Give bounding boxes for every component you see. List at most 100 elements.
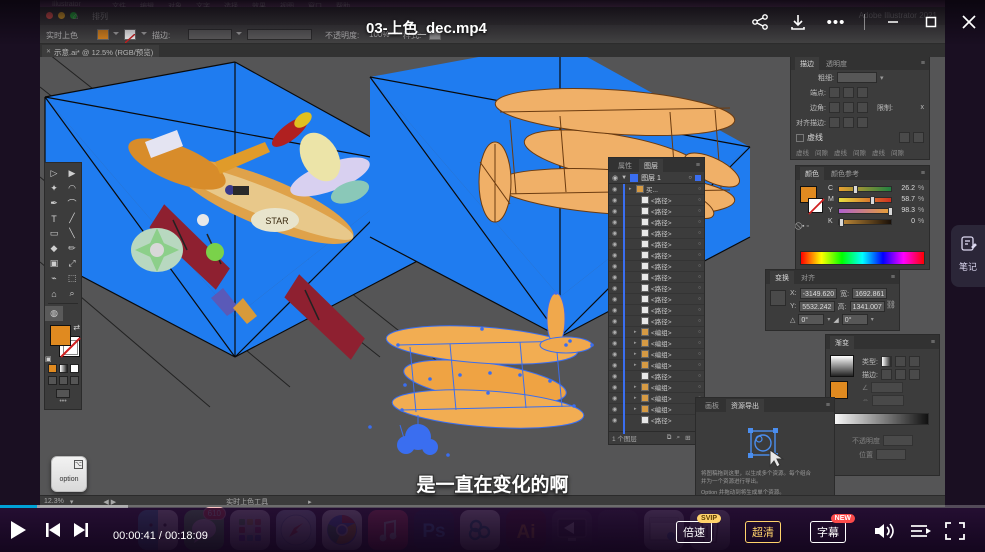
cap-butt-button[interactable]	[829, 87, 840, 98]
target-circle-icon[interactable]: ○	[698, 351, 701, 357]
layer-item-label[interactable]: <路径>	[651, 206, 672, 216]
layer-item-label[interactable]: <编组>	[651, 404, 672, 414]
color-panel-tabs[interactable]: 颜色 颜色参考 ≡	[796, 166, 929, 180]
channel-slider[interactable]	[838, 208, 892, 214]
panel-menu-icon[interactable]: ≡	[931, 339, 939, 346]
gradient-panel[interactable]: 渐变 ≡ 类型: 描边:	[825, 334, 940, 476]
fullscreen-button[interactable]	[945, 522, 965, 545]
eye-icon[interactable]: ◉	[612, 230, 620, 237]
align-inside-button[interactable]	[843, 117, 854, 128]
eye-icon[interactable]: ◉	[612, 285, 620, 292]
layer-item-label[interactable]: <路径>	[651, 371, 672, 381]
asset-export-tabs[interactable]: 画板 资源导出 ≡	[696, 398, 834, 412]
expand-arrow-icon[interactable]: ▼	[621, 175, 627, 181]
download-icon[interactable]	[788, 12, 808, 32]
close-icon[interactable]	[959, 12, 979, 32]
layer-item-label[interactable]: <编组>	[651, 360, 672, 370]
dash-align-button[interactable]	[913, 132, 924, 143]
eye-icon[interactable]: ◉	[612, 197, 620, 204]
transform-fields[interactable]: X: -3149.620 宽: 1692.861 Y: 5532.242 高: …	[790, 288, 885, 325]
linear-gradient-button[interactable]	[881, 356, 892, 367]
next-button[interactable]	[73, 523, 88, 542]
target-circle-icon[interactable]: ○	[698, 285, 701, 291]
selection-indicator[interactable]	[695, 175, 701, 181]
corner-miter-button[interactable]	[829, 102, 840, 113]
cap-round-button[interactable]	[843, 87, 854, 98]
weight-dropdown-icon[interactable]	[236, 32, 242, 35]
target-circle-icon[interactable]: ○	[698, 186, 701, 192]
home-icon[interactable]: ⌂	[73, 11, 78, 21]
stroke-panel-tabs[interactable]: 描边 透明度 ≡	[791, 57, 929, 70]
eye-icon[interactable]: ◉	[612, 263, 620, 270]
channel-value[interactable]: 98.3	[895, 207, 915, 214]
layer-item-label[interactable]: <路径>	[651, 239, 672, 249]
gradient-ratio-row[interactable]: ⇔	[862, 394, 935, 407]
link-proportions-icon[interactable]: ⛓	[886, 300, 896, 309]
cap-projecting-button[interactable]	[857, 87, 868, 98]
eye-icon[interactable]: ◉	[612, 274, 620, 281]
layer-item-label[interactable]: <路径>	[651, 283, 672, 293]
panel-menu-icon[interactable]: ≡	[921, 60, 929, 67]
eye-icon[interactable]: ◉	[612, 329, 620, 336]
channel-slider[interactable]	[838, 186, 892, 192]
target-circle-icon[interactable]: ○	[698, 263, 701, 269]
rotate-dropdown-icon[interactable]: ▾	[827, 316, 830, 323]
subtitle-button[interactable]: 字幕 NEW	[810, 521, 846, 543]
eye-icon[interactable]: ◉	[612, 351, 620, 358]
shaper-tool[interactable]: ◆	[45, 241, 63, 256]
eye-icon[interactable]: ◉	[612, 307, 620, 314]
gradient-angle-row[interactable]: ∠	[862, 381, 935, 394]
target-circle-icon[interactable]: ○	[698, 307, 701, 313]
tab-align[interactable]: 对齐	[796, 271, 820, 284]
stroke-corner-row[interactable]: 边角: 限制: x	[791, 100, 929, 115]
stroke-panel[interactable]: 描边 透明度 ≡ 粗细: ▾ 端点: 边角:	[790, 57, 930, 160]
player-top-actions[interactable]: •••	[750, 12, 979, 32]
layer-item-label[interactable]: <编组>	[651, 327, 672, 337]
stroke-gradient-across-button[interactable]	[909, 369, 920, 380]
channel-knob[interactable]	[853, 185, 858, 194]
dashed-line-row[interactable]: 虚线	[791, 130, 929, 145]
target-circle-icon[interactable]: ○	[688, 175, 692, 181]
playlist-button[interactable]	[910, 522, 932, 545]
tab-color-guide[interactable]: 颜色参考	[826, 167, 864, 180]
transform-panel[interactable]: 变换 对齐 ≡ X: -3149.620 宽: 1692.861 Y: 5532…	[765, 269, 900, 331]
layer-item-label[interactable]: <编组>	[651, 338, 672, 348]
layer-item-label[interactable]: <路径>	[651, 294, 672, 304]
y-input[interactable]: 5532.242	[799, 301, 834, 312]
maximize-icon[interactable]	[921, 12, 941, 32]
eye-icon[interactable]: ◉	[612, 174, 618, 182]
channel-value[interactable]: 0	[895, 218, 915, 225]
minimize-icon[interactable]	[883, 12, 903, 32]
eye-icon[interactable]: ◉	[612, 219, 620, 226]
layer-item-label[interactable]: <路径>	[651, 415, 672, 424]
target-circle-icon[interactable]: ○	[698, 384, 701, 390]
transform-panel-tabs[interactable]: 变换 对齐 ≡	[766, 270, 899, 284]
fill-stroke-swatches[interactable]: ⇄ ▣	[45, 323, 81, 363]
color-swatch-icon[interactable]	[48, 364, 57, 373]
new-sublayer-icon[interactable]: ⊞	[685, 434, 690, 442]
color-panel-swatches[interactable]: ⃠ ▪ ▫	[800, 186, 826, 231]
gradient-panel-tabs[interactable]: 渐变 ≡	[826, 335, 939, 349]
x-input[interactable]: -3149.620	[800, 288, 838, 299]
radial-gradient-button[interactable]	[895, 356, 906, 367]
layer-item-label[interactable]: <路径>	[651, 316, 672, 326]
eye-icon[interactable]: ◉	[612, 241, 620, 248]
type-tool[interactable]: T	[45, 211, 63, 226]
shear-input[interactable]: 0°	[842, 314, 868, 325]
volume-button[interactable]	[874, 522, 896, 545]
screen-mode-toggle[interactable]	[45, 389, 81, 398]
eye-icon[interactable]: ◉	[612, 406, 620, 413]
eye-icon[interactable]: ◉	[612, 417, 620, 424]
screen-mode-icon[interactable]	[56, 389, 70, 398]
target-circle-icon[interactable]: ○	[698, 252, 701, 258]
eye-icon[interactable]: ◉	[612, 208, 620, 215]
channel-knob[interactable]	[870, 196, 875, 205]
eye-icon[interactable]: ◉	[612, 186, 620, 193]
eye-icon[interactable]: ◉	[612, 296, 620, 303]
rectangle-tool[interactable]: ▭	[45, 226, 63, 241]
layer-item-label[interactable]: <编组>	[651, 382, 672, 392]
gradient-ratio-input[interactable]	[872, 395, 904, 406]
expand-arrow-icon[interactable]: ▸	[634, 362, 639, 368]
layers-panel[interactable]: 属性 图层 ≡ ◉ ▼ 图层 1 ○ ◉▸买...○◉<路径>○◉<路径>○◉<…	[608, 157, 705, 445]
tab-artboards[interactable]: 画板	[700, 399, 724, 412]
